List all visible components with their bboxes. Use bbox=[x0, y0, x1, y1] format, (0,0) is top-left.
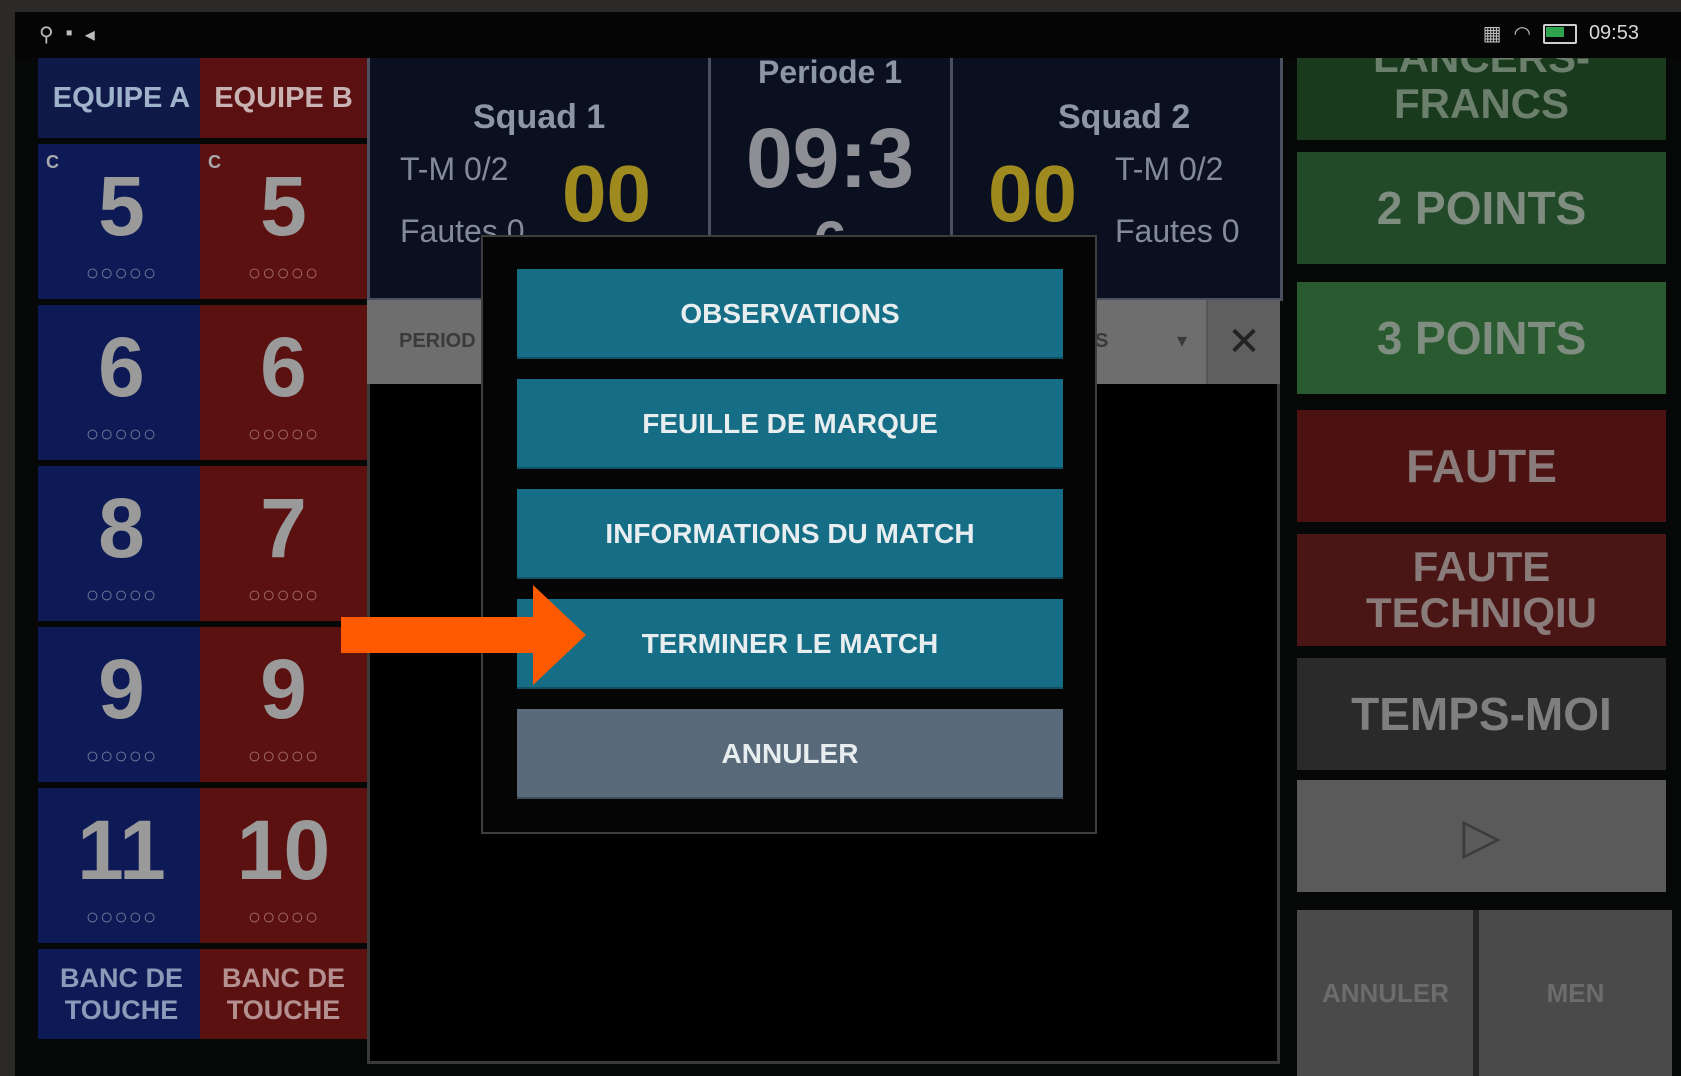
team-b-header[interactable]: EQUIPE B bbox=[200, 58, 367, 138]
away-fouls: Fautes 0 bbox=[1115, 213, 1240, 249]
home-team-name: Squad 1 bbox=[473, 98, 606, 136]
player-fouls: ○○○○○ bbox=[247, 581, 320, 607]
home-score: 00 bbox=[562, 149, 651, 238]
team-a-player-3[interactable]: 8 ○○○○○ bbox=[38, 466, 205, 621]
game-clock[interactable]: 09:3 bbox=[710, 110, 950, 207]
tech-foul-label-2: TECHNIQIU bbox=[1366, 589, 1597, 636]
team-a-header[interactable]: EQUIPE A bbox=[38, 58, 205, 138]
player-fouls: ○○○○○ bbox=[85, 259, 158, 285]
bench-label-line1: BANC DE bbox=[221, 962, 345, 993]
player-fouls: ○○○○○ bbox=[85, 742, 158, 768]
usb-icon: ⚲ bbox=[39, 24, 54, 46]
captain-badge: C bbox=[46, 152, 59, 172]
play-button[interactable]: ▷ bbox=[1297, 780, 1666, 892]
player-fouls: ○○○○○ bbox=[247, 742, 320, 768]
player-number: 8 bbox=[98, 480, 145, 575]
team-b-column: EQUIPE B C 5 ○○○○○ 6 ○○○○○ 7 ○○○○○ 9 ○○○… bbox=[200, 58, 367, 1039]
player-fouls: ○○○○○ bbox=[85, 903, 158, 929]
player-number: 9 bbox=[98, 641, 145, 736]
player-number: 5 bbox=[260, 158, 307, 253]
team-b-player-5[interactable]: 10 ○○○○○ bbox=[200, 788, 367, 943]
filter-label[interactable]: S bbox=[1095, 330, 1108, 353]
player-number: 5 bbox=[98, 158, 145, 253]
tech-foul-label-1: FAUTE bbox=[1412, 542, 1551, 590]
away-score: 00 bbox=[988, 149, 1077, 238]
home-timeouts: T-M 0/2 bbox=[400, 151, 509, 187]
screen-icon: ▪ bbox=[65, 22, 73, 44]
team-a-column: EQUIPE A C 5 ○○○○○ 6 ○○○○○ 8 ○○○○○ 9 ○○○… bbox=[38, 58, 205, 1039]
chevron-down-icon[interactable]: ▾ bbox=[1177, 328, 1187, 353]
arrow-icon bbox=[341, 585, 586, 685]
cancel-dialog-button[interactable]: ANNULER bbox=[517, 709, 1063, 799]
wifi-icon: ◠ bbox=[1513, 23, 1531, 45]
team-a-bench-button[interactable]: BANC DE TOUCHE bbox=[38, 949, 205, 1039]
status-bar: ⚲ ▪ ◂ ▦ ◠ 09:53 bbox=[15, 12, 1681, 58]
player-number: 11 bbox=[77, 802, 166, 897]
free-throws-button[interactable]: LANCERS- FRANCS bbox=[1297, 58, 1666, 140]
menu-button[interactable]: MEN bbox=[1473, 910, 1672, 1076]
away-team-name: Squad 2 bbox=[1058, 98, 1191, 136]
battery-icon bbox=[1542, 23, 1577, 44]
player-fouls: ○○○○○ bbox=[85, 581, 158, 607]
team-b-bench-button[interactable]: BANC DE TOUCHE bbox=[200, 949, 367, 1039]
close-button[interactable]: ✕ bbox=[1206, 300, 1280, 384]
team-a-player-2[interactable]: 6 ○○○○○ bbox=[38, 305, 205, 460]
free-throws-label-2: FRANCS bbox=[1394, 80, 1569, 127]
player-number: 6 bbox=[98, 319, 145, 414]
foul-button[interactable]: FAUTE bbox=[1297, 410, 1666, 522]
away-timeouts: T-M 0/2 bbox=[1115, 151, 1224, 187]
match-info-button[interactable]: INFORMATIONS DU MATCH bbox=[517, 489, 1063, 579]
end-match-button[interactable]: TERMINER LE MATCH bbox=[517, 599, 1063, 689]
team-b-player-2[interactable]: 6 ○○○○○ bbox=[200, 305, 367, 460]
team-b-player-1[interactable]: C 5 ○○○○○ bbox=[200, 144, 367, 299]
player-number: 7 bbox=[260, 480, 307, 575]
status-left-icons: ⚲ ▪ ◂ bbox=[39, 22, 95, 47]
observations-button[interactable]: OBSERVATIONS bbox=[517, 269, 1063, 359]
three-points-button[interactable]: 3 POINTS bbox=[1297, 282, 1666, 394]
period-filter-label[interactable]: PERIOD bbox=[399, 330, 476, 353]
player-number: 10 bbox=[236, 802, 331, 897]
undo-button[interactable]: ANNULER bbox=[1297, 910, 1474, 1076]
close-icon: ✕ bbox=[1227, 320, 1261, 364]
bench-label-line2: TOUCHE bbox=[64, 995, 179, 1025]
team-a-player-4[interactable]: 9 ○○○○○ bbox=[38, 627, 205, 782]
technical-foul-button[interactable]: FAUTE TECHNIQIU bbox=[1297, 534, 1666, 646]
player-number: 9 bbox=[260, 641, 307, 736]
team-a-player-1[interactable]: C 5 ○○○○○ bbox=[38, 144, 205, 299]
free-throws-label-1: LANCERS- bbox=[1373, 58, 1590, 81]
bench-label-line2: TOUCHE bbox=[226, 995, 341, 1025]
tablet-screen: ⚲ ▪ ◂ ▦ ◠ 09:53 EQUIPE A C 5 ○○○○○ 6 ○○○… bbox=[15, 12, 1681, 1076]
status-clock: 09:53 bbox=[1588, 22, 1639, 44]
player-fouls: ○○○○○ bbox=[247, 420, 320, 446]
sim-icon: ▦ bbox=[1482, 23, 1502, 45]
play-icon: ▷ bbox=[1462, 807, 1501, 864]
timeout-button[interactable]: TEMPS-MOI bbox=[1297, 658, 1666, 770]
player-number: 6 bbox=[260, 319, 307, 414]
team-a-player-5[interactable]: 11 ○○○○○ bbox=[38, 788, 205, 943]
player-fouls: ○○○○○ bbox=[247, 259, 320, 285]
player-fouls: ○○○○○ bbox=[247, 903, 320, 929]
game-menu-dialog: OBSERVATIONS FEUILLE DE MARQUE INFORMATI… bbox=[481, 235, 1097, 834]
captain-badge: C bbox=[208, 152, 221, 172]
share-icon: ◂ bbox=[84, 24, 95, 46]
status-right-icons: ▦ ◠ 09:53 bbox=[1483, 21, 1639, 46]
bench-label-line1: BANC DE bbox=[59, 962, 183, 993]
two-points-button[interactable]: 2 POINTS bbox=[1297, 152, 1666, 264]
period-label: Periode 1 bbox=[757, 54, 903, 90]
scoresheet-button[interactable]: FEUILLE DE MARQUE bbox=[517, 379, 1063, 469]
player-fouls: ○○○○○ bbox=[85, 420, 158, 446]
